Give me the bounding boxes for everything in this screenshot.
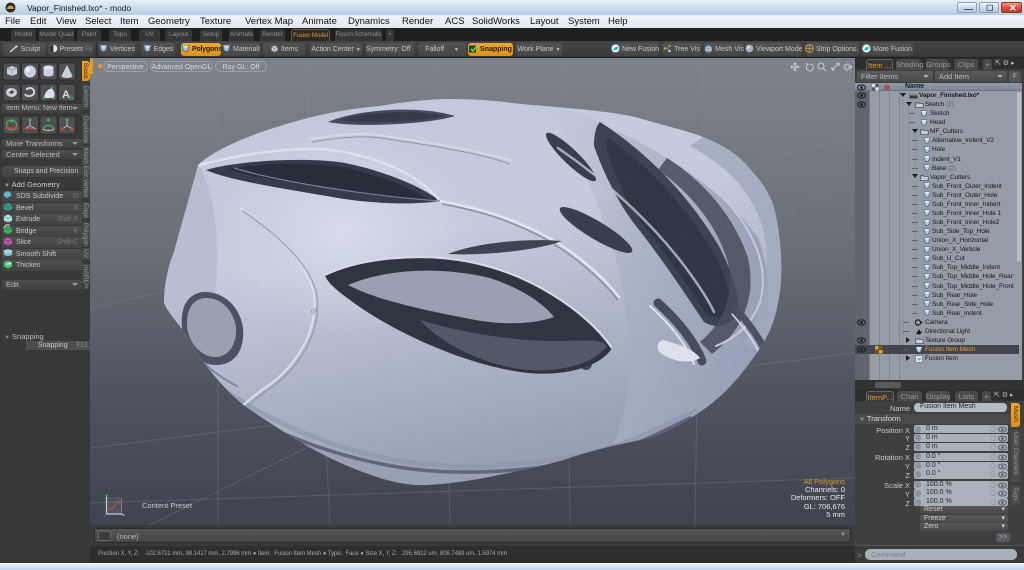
svg-text:&: & [69, 95, 74, 102]
